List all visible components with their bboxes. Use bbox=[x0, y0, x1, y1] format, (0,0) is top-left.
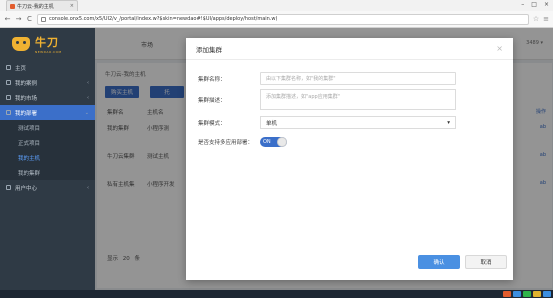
bull-logo-icon bbox=[12, 37, 30, 51]
toggle-text: ON bbox=[263, 139, 271, 145]
url-text: console.onx5.com/x5/UI2/v_/portal/index.… bbox=[49, 16, 278, 22]
tray-app-icon[interactable] bbox=[503, 291, 511, 297]
multi-app-toggle[interactable]: ON bbox=[260, 137, 287, 147]
reload-icon[interactable]: C bbox=[26, 15, 33, 23]
cancel-button[interactable]: 取消 bbox=[465, 255, 507, 269]
dialog-title: 添加集群 bbox=[196, 45, 222, 54]
dialog-header: 添加集群 × bbox=[186, 38, 513, 60]
tray-app-icon[interactable] bbox=[513, 291, 521, 297]
favicon-icon bbox=[10, 3, 15, 9]
chevron-icon: ⌄ bbox=[84, 109, 89, 116]
sidebar-item-label: 我的案例 bbox=[15, 80, 38, 87]
nav-icon bbox=[6, 185, 11, 190]
sidebar-item-5[interactable]: 正式项目 bbox=[0, 135, 95, 150]
confirm-button[interactable]: 确认 bbox=[418, 255, 460, 269]
sidebar-item-8[interactable]: 用户中心 ‹ bbox=[0, 180, 95, 195]
sidebar-item-2[interactable]: 我的市场 ‹ bbox=[0, 90, 95, 105]
window-close-icon[interactable]: × bbox=[544, 1, 549, 8]
sidebar-item-label: 测试项目 bbox=[18, 125, 41, 132]
address-bar: ← → C console.onx5.com/x5/UI2/v_/portal/… bbox=[0, 11, 553, 28]
sidebar: 牛刀 NEWDAO.COM 主页 我的案例 ‹ 我的市场 ‹ 我的部署 ⌄ 测试项目 正式项目我… bbox=[0, 28, 95, 290]
sidebar-item-1[interactable]: 我的案例 ‹ bbox=[0, 75, 95, 90]
sidebar-item-4[interactable]: 测试项目 bbox=[0, 120, 95, 135]
sidebar-nav: 主页我的案例 ‹ 我的市场 ‹ 我的部署 ⌄ 测试项目正式项目我的主机我的集群用户中心 ‹ bbox=[0, 60, 95, 195]
chevron-icon: ‹ bbox=[87, 184, 89, 191]
bookmark-star-icon[interactable]: ☆ bbox=[533, 15, 539, 23]
cluster-mode-label: 集群模式： bbox=[198, 120, 226, 127]
form-row-multi: 是否支持多应用部署： ON bbox=[198, 137, 287, 147]
sidebar-item-label: 我的市场 bbox=[15, 95, 38, 102]
logo-subtitle: NEWDAO.COM bbox=[35, 50, 62, 54]
cluster-name-input[interactable]: 由以下集群名称，如"我的集群" bbox=[260, 72, 456, 85]
sidebar-item-3[interactable]: 我的部署 ⌄ bbox=[0, 105, 95, 120]
nav-icon bbox=[6, 80, 11, 85]
back-icon[interactable]: ← bbox=[4, 15, 11, 23]
toggle-knob bbox=[277, 137, 287, 147]
form-row-desc: 集群描述： 添加集群描述，如"app应用集群" bbox=[198, 89, 456, 110]
tray-app-icon[interactable] bbox=[523, 291, 531, 297]
sidebar-item-6[interactable]: 我的主机 bbox=[0, 150, 95, 165]
browser-menu-icon[interactable]: ≡ bbox=[543, 15, 549, 23]
add-cluster-dialog: 添加集群 × 集群名称： 由以下集群名称，如"我的集群" 集群描述： 添加集群描… bbox=[186, 38, 513, 280]
close-icon[interactable]: × bbox=[496, 44, 503, 53]
multi-app-label: 是否支持多应用部署： bbox=[198, 140, 254, 146]
sidebar-item-7[interactable]: 我的集群 bbox=[0, 165, 95, 180]
sidebar-item-label: 我的部署 bbox=[15, 110, 38, 117]
form-row-mode: 集群模式： 单机 ▾ bbox=[198, 116, 456, 129]
minimize-icon[interactable]: – bbox=[521, 1, 524, 8]
sidebar-item-label: 主页 bbox=[15, 65, 27, 72]
sidebar-item-label: 我的主机 bbox=[18, 155, 41, 162]
cluster-name-label: 集群名称： bbox=[198, 76, 226, 83]
maximize-icon[interactable]: □ bbox=[531, 1, 537, 8]
tab-title: 牛刀云-我的主机 bbox=[17, 3, 54, 10]
sidebar-item-0[interactable]: 主页 bbox=[0, 60, 95, 75]
nav-icon bbox=[6, 65, 11, 70]
os-taskbar bbox=[0, 290, 553, 298]
forward-icon[interactable]: → bbox=[15, 15, 22, 23]
form-row-name: 集群名称： 由以下集群名称，如"我的集群" bbox=[198, 72, 456, 85]
page-info-icon bbox=[41, 16, 46, 22]
url-field[interactable]: console.onx5.com/x5/UI2/v_/portal/index.… bbox=[37, 13, 529, 25]
chevron-icon: ‹ bbox=[87, 79, 89, 86]
tab-close-icon[interactable]: × bbox=[70, 3, 74, 9]
nav-icon bbox=[6, 95, 11, 100]
logo[interactable]: 牛刀 NEWDAO.COM bbox=[0, 28, 95, 60]
browser-tab[interactable]: 牛刀云-我的主机 × bbox=[6, 0, 78, 11]
cluster-mode-value: 单机 bbox=[266, 120, 278, 127]
browser-tab-bar: 牛刀云-我的主机 × – □ × bbox=[0, 0, 553, 11]
sidebar-item-label: 用户中心 bbox=[15, 185, 38, 192]
nav-icon bbox=[6, 110, 11, 115]
chevron-icon: ‹ bbox=[87, 94, 89, 101]
logo-name: 牛刀 bbox=[35, 36, 59, 49]
cluster-desc-label: 集群描述： bbox=[198, 97, 226, 104]
sidebar-item-label: 正式项目 bbox=[18, 140, 41, 147]
cluster-mode-select[interactable]: 单机 ▾ bbox=[260, 116, 456, 129]
sidebar-item-label: 我的集群 bbox=[18, 170, 41, 177]
tray-app-icon[interactable] bbox=[543, 291, 551, 297]
window-controls: – □ × bbox=[521, 1, 549, 8]
tray-app-icon[interactable] bbox=[533, 291, 541, 297]
cluster-desc-textarea[interactable]: 添加集群描述，如"app应用集群" bbox=[260, 89, 456, 110]
chevron-down-icon: ▾ bbox=[447, 119, 450, 126]
